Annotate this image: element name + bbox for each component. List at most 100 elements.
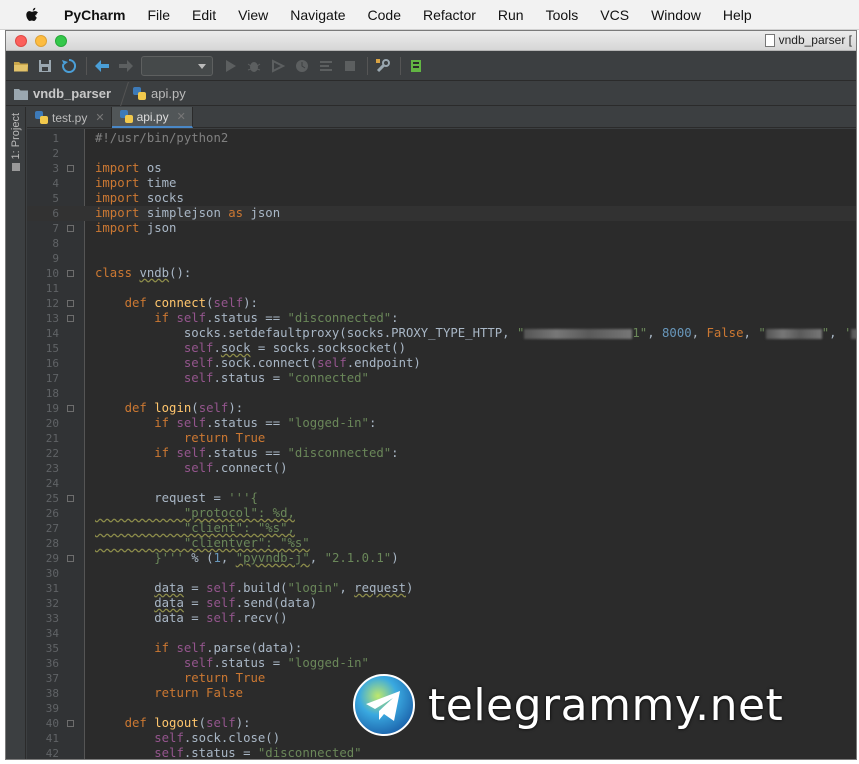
code-line: 6 import simplejson as json	[27, 206, 856, 221]
code-text: self.sock = socks.socksocket()	[183, 341, 406, 355]
code-line: 9	[27, 251, 856, 266]
menu-file[interactable]: File	[147, 7, 170, 23]
fold-marker[interactable]	[67, 165, 74, 172]
navigation-bar: vndb_parser api.py	[6, 81, 856, 106]
tab-label: api.py	[136, 109, 169, 124]
code-text: self.status = "connected"	[183, 371, 369, 385]
code-text: def logout(self):	[124, 716, 251, 730]
run-icon[interactable]	[219, 55, 241, 77]
breadcrumb-file-label: api.py	[151, 86, 186, 101]
line-number: 15	[45, 342, 59, 355]
line-number: 42	[45, 747, 59, 760]
line-number: 9	[52, 252, 59, 265]
breadcrumb-project-label: vndb_parser	[33, 86, 112, 101]
project-tool-window-tab[interactable]: 1: Project	[8, 113, 24, 183]
fold-marker[interactable]	[67, 720, 74, 727]
zoom-window-button[interactable]	[55, 35, 67, 47]
code-line: 20 if self.status == "logged-in":	[27, 416, 856, 431]
menu-code[interactable]: Code	[368, 7, 401, 23]
code-text: import socks	[95, 191, 184, 205]
code-line: 2	[27, 146, 856, 161]
close-window-button[interactable]	[15, 35, 27, 47]
breadcrumb-file[interactable]: api.py	[133, 86, 186, 101]
watermark-text: telegrammy.net	[428, 679, 784, 731]
code-line: 16 self.sock.connect(self.endpoint)	[27, 356, 856, 371]
line-number: 36	[45, 657, 59, 670]
code-line: 7 import json	[27, 221, 856, 236]
menu-window[interactable]: Window	[651, 7, 701, 23]
code-text: "client": "%s",	[95, 521, 295, 535]
menu-app-name[interactable]: PyCharm	[64, 7, 125, 23]
fold-marker[interactable]	[67, 270, 74, 277]
coverage-icon[interactable]	[267, 55, 289, 77]
line-number: 32	[45, 597, 59, 610]
breadcrumb-project[interactable]: vndb_parser	[14, 86, 111, 101]
redacted-password	[851, 328, 856, 339]
tab-test-py[interactable]: test.py ✕	[27, 107, 112, 128]
code-line: 3 import os	[27, 161, 856, 176]
code-line: 12 def connect(self):	[27, 296, 856, 311]
apple-logo-icon[interactable]	[24, 6, 42, 24]
menu-navigate[interactable]: Navigate	[290, 7, 345, 23]
line-number: 40	[45, 717, 59, 730]
settings-wrench-icon[interactable]	[372, 55, 394, 77]
code-line: 10 class vndb():	[27, 266, 856, 281]
sdk-manager-icon[interactable]	[405, 55, 427, 77]
line-number: 2	[52, 147, 59, 160]
menu-tools[interactable]: Tools	[546, 7, 579, 23]
menu-run[interactable]: Run	[498, 7, 524, 23]
code-line: 28 "clientver": "%s"	[27, 536, 856, 551]
line-number: 35	[45, 642, 59, 655]
close-tab-icon[interactable]: ✕	[177, 110, 186, 123]
telegram-logo-icon	[352, 673, 416, 737]
code-area[interactable]: 1 #!/usr/bin/python2 2 3 import os 4 import…	[27, 131, 856, 760]
tool-window-sidebar: 1: Project	[6, 107, 26, 759]
sync-icon[interactable]	[58, 55, 80, 77]
stop-icon[interactable]	[339, 55, 361, 77]
fold-marker[interactable]	[67, 300, 74, 307]
close-tab-icon[interactable]: ✕	[95, 111, 104, 124]
line-number: 4	[52, 177, 59, 190]
line-number: 28	[45, 537, 59, 550]
line-number: 13	[45, 312, 59, 325]
fold-marker[interactable]	[67, 555, 74, 562]
line-number: 27	[45, 522, 59, 535]
code-text: "protocol": %d,	[95, 506, 295, 520]
menu-help[interactable]: Help	[723, 7, 752, 23]
code-editor[interactable]: 1 #!/usr/bin/python2 2 3 import os 4 import…	[27, 129, 856, 760]
line-number: 30	[45, 567, 59, 580]
code-line: 5 import socks	[27, 191, 856, 206]
line-number: 18	[45, 387, 59, 400]
fold-marker[interactable]	[67, 405, 74, 412]
code-text: }''' % (1, "pyvndb-j", "2.1.0.1")	[154, 551, 399, 565]
line-number: 11	[45, 282, 59, 295]
code-text: data = self.recv()	[95, 611, 288, 625]
save-icon[interactable]	[34, 55, 56, 77]
code-text: self.status = "disconnected"	[154, 746, 362, 760]
toolbar-separator	[86, 57, 87, 75]
code-text: self.connect()	[183, 461, 288, 475]
code-line: 27 "client": "%s",	[27, 521, 856, 536]
menu-refactor[interactable]: Refactor	[423, 7, 476, 23]
code-line: 4 import time	[27, 176, 856, 191]
minimize-window-button[interactable]	[35, 35, 47, 47]
menu-vcs[interactable]: VCS	[600, 7, 629, 23]
menu-edit[interactable]: Edit	[192, 7, 216, 23]
code-text: import json	[95, 221, 177, 235]
run-configuration-dropdown[interactable]	[141, 56, 213, 76]
debug-icon[interactable]	[243, 55, 265, 77]
forward-arrow-icon[interactable]	[115, 55, 137, 77]
fold-marker[interactable]	[67, 495, 74, 502]
code-line: 1 #!/usr/bin/python2	[27, 131, 856, 146]
fold-marker[interactable]	[67, 315, 74, 322]
line-number: 19	[45, 402, 59, 415]
menu-view[interactable]: View	[238, 7, 268, 23]
concurrency-icon[interactable]	[315, 55, 337, 77]
open-folder-icon[interactable]	[10, 55, 32, 77]
code-line: 34	[27, 626, 856, 641]
code-line: 24	[27, 476, 856, 491]
tab-api-py[interactable]: api.py ✕	[111, 107, 193, 128]
back-arrow-icon[interactable]	[91, 55, 113, 77]
fold-marker[interactable]	[67, 225, 74, 232]
profile-icon[interactable]	[291, 55, 313, 77]
